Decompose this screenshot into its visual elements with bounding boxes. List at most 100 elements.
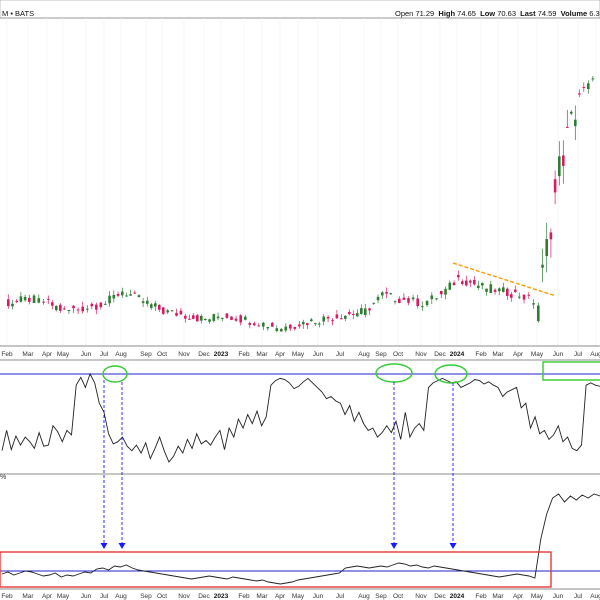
candle-down [72,305,75,309]
candle-up [212,314,216,321]
x-tick-label: Apr [275,593,286,600]
divergence-arrowhead [100,543,108,549]
candle-down [402,297,406,300]
candle-down [326,317,330,319]
x-tick-label: Sep [375,593,387,600]
x-tick-label: Feb [238,351,250,358]
candle-down [340,318,343,320]
candle-up [37,298,41,303]
x-tick-year-label: 2024 [450,593,465,600]
candle-down [493,289,497,292]
x-tick-label: Aug [590,593,600,600]
x-tick-label: Mar [492,351,504,358]
x-tick-label: Feb [1,593,13,600]
x-tick-label: Oct [157,351,167,358]
x-tick-label: Dec [198,351,210,358]
candle-down [335,314,339,319]
candle-down [407,298,410,303]
candle-up [302,321,305,325]
candle-down [51,302,54,306]
x-tick-label: Aug [115,351,127,358]
x-tick-label: Mar [256,351,268,358]
range-highlight-box [0,551,552,588]
x-tick-label: Apr [42,593,53,600]
candle-up [430,295,434,300]
price-panel-border [0,0,600,19]
candle-down [514,289,517,292]
candle-up [19,296,23,302]
candle-up [364,308,367,315]
x-tick-label: Jun [81,593,92,600]
candle-up [344,315,347,319]
candle-down [162,307,165,314]
candle-up [146,300,149,304]
candle-up [129,294,132,296]
x-tick-label: May [57,351,70,358]
candle-up [154,303,157,307]
x-tick-label: May [292,351,305,358]
stock-chart: Feb Mar Apr May Jun Jul Aug Sep Oct Nov Dec 2023 Feb… [0,0,600,600]
candle-down [440,290,443,295]
x-tick-label: Nov [178,593,190,600]
divergence-arrowhead [449,543,457,549]
candle-down [469,280,472,283]
x-tick-label: Feb [475,593,487,600]
candle-down [234,318,238,321]
candle-down [28,297,31,302]
candle-down [179,310,183,315]
candle-up [435,298,438,300]
candle-down [473,279,476,285]
candle-up [477,285,480,288]
candle-up [200,315,203,321]
peak-highlight-ellipse-2 [375,363,413,383]
candle-down [158,304,161,310]
candle-up [545,239,548,256]
candle-down [527,294,531,296]
x-tick-label: Jul [336,593,345,600]
x-tick-label: Nov [415,351,427,358]
candle-down [461,281,464,284]
x-tick-label: Dec [198,593,210,600]
candle-up [489,284,493,293]
candle-down [510,294,513,298]
candle-down [465,280,468,286]
x-tick-label: Mar [22,593,34,600]
candle-up [108,295,111,304]
candle-up [360,308,363,314]
x-tick-label: Jul [574,593,583,600]
upper-oscillator-line [1,372,600,463]
candle-up [587,83,590,90]
candle-up [221,317,224,319]
candle-up [591,78,595,80]
candle-down [253,323,256,326]
candle-up [481,282,484,286]
candle-down [192,315,195,319]
candle-up [11,303,14,307]
candle-up [121,291,124,296]
candle-down [293,326,297,329]
candle-down [562,155,565,166]
x-tick-label: Apr [513,593,524,600]
candle-up [23,296,27,301]
candle-down [457,274,460,278]
candle-up [204,319,207,321]
x-tick-label: Sep [375,351,387,358]
candle-up [393,301,397,303]
candle-down [239,315,242,323]
candle-down [348,311,351,315]
x-tick-label: Aug [358,593,370,600]
candle-down [230,316,233,320]
x-tick-label: Dec [434,351,446,358]
candle-down [225,313,229,318]
candle-up [537,305,540,322]
candle-down [271,322,274,327]
candle-up [310,319,313,322]
candle-down [331,320,334,322]
x-tick-label: Oct [393,593,403,600]
candle-up [381,292,384,296]
x-tick-label: Feb [238,593,250,600]
x-tick-label: Oct [393,351,403,358]
candle-down [385,292,388,294]
x-tick-label: Jun [553,351,564,358]
candle-up [150,304,153,308]
